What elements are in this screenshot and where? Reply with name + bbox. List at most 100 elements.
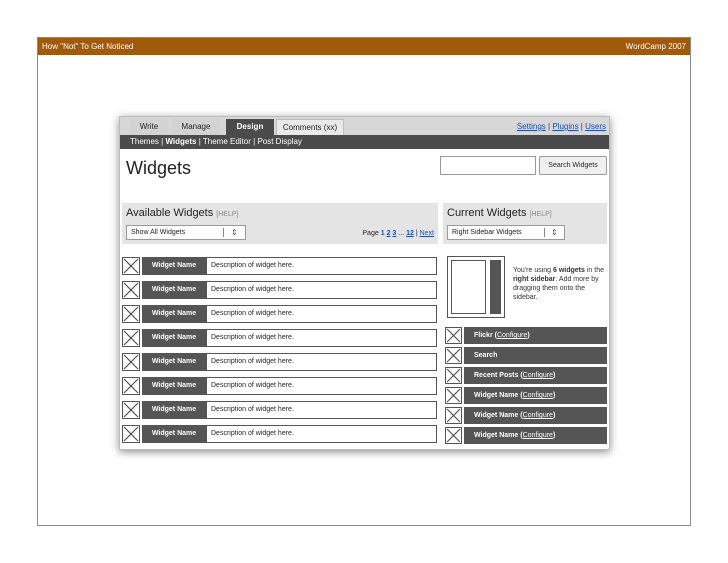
- select-divider: [544, 228, 545, 237]
- current-widgets-header: Current Widgets [HELP] Right Sidebar Wid…: [443, 203, 607, 244]
- widget-placeholder-icon: [122, 281, 140, 299]
- layout-main-column: [451, 260, 486, 314]
- sidebar-select[interactable]: Right Sidebar Widgets ⇕: [447, 225, 565, 240]
- widget-placeholder-icon: [122, 425, 140, 443]
- widget-placeholder-icon: [445, 367, 462, 384]
- available-widget-row[interactable]: Widget Name Description of widget here.: [122, 401, 438, 419]
- plugins-link[interactable]: Plugins: [552, 122, 578, 131]
- tab-write[interactable]: Write: [130, 119, 168, 135]
- search-input[interactable]: [440, 156, 536, 175]
- configure-paren: ): [527, 332, 530, 339]
- available-widget-row[interactable]: Widget Name Description of widget here.: [122, 257, 438, 275]
- top-links: Settings | Plugins | Users: [517, 122, 606, 131]
- subnav-widgets[interactable]: Widgets: [165, 137, 196, 146]
- sidebar-layout-preview: [447, 256, 505, 318]
- current-widgets-title-text: Current Widgets: [447, 207, 527, 219]
- widget-filter-select[interactable]: Show All Widgets ⇕: [126, 225, 246, 240]
- subnav-theme-editor[interactable]: Theme Editor: [203, 137, 251, 146]
- current-widget-label: Flickr (Configure): [464, 327, 607, 344]
- current-widget-row[interactable]: Widget Name (Configure): [445, 387, 607, 404]
- widget-placeholder-icon: [122, 353, 140, 371]
- current-widget-name[interactable]: Widget Name: [474, 412, 518, 419]
- available-widget-row[interactable]: Widget Name Description of widget here.: [122, 353, 438, 371]
- widget-placeholder-icon: [122, 305, 140, 323]
- note-widget-count: 6 widgets: [553, 267, 585, 274]
- widget-description: Description of widget here.: [206, 425, 437, 443]
- available-widget-row[interactable]: Widget Name Description of widget here.: [122, 425, 438, 443]
- search-widgets-button[interactable]: Search Widgets: [539, 156, 607, 175]
- available-help-link[interactable]: [HELP]: [216, 211, 238, 218]
- widget-placeholder-icon: [445, 407, 462, 424]
- widget-placeholder-icon: [122, 401, 140, 419]
- available-widget-row[interactable]: Widget Name Description of widget here.: [122, 329, 438, 347]
- current-widget-row[interactable]: Recent Posts (Configure): [445, 367, 607, 384]
- design-subnav: Themes | Widgets | Theme Editor | Post D…: [120, 135, 609, 149]
- current-widget-row[interactable]: Search: [445, 347, 607, 364]
- settings-link[interactable]: Settings: [517, 122, 546, 131]
- tab-manage[interactable]: Manage: [172, 119, 220, 135]
- current-widget-name[interactable]: Search: [474, 352, 497, 359]
- configure-link[interactable]: Configure: [523, 392, 553, 399]
- current-widget-row[interactable]: Widget Name (Configure): [445, 407, 607, 424]
- widget-placeholder-icon: [445, 347, 462, 364]
- page-2[interactable]: 2: [387, 230, 391, 237]
- available-widget-row[interactable]: Widget Name Description of widget here.: [122, 377, 438, 395]
- current-widget-label: Widget Name (Configure): [464, 407, 607, 424]
- widget-name[interactable]: Widget Name: [142, 425, 206, 443]
- current-widget-label: Search: [464, 347, 607, 364]
- available-widgets-title: Available Widgets [HELP]: [126, 207, 238, 219]
- slide-title: How "Not" To Get Noticed: [42, 42, 134, 51]
- configure-paren: ): [552, 412, 556, 419]
- note-text: You're using: [513, 267, 553, 274]
- widget-description: Description of widget here.: [206, 257, 437, 275]
- current-widget-row[interactable]: Flickr (Configure): [445, 327, 607, 344]
- configure-paren: ): [553, 372, 556, 379]
- widget-description: Description of widget here.: [206, 281, 437, 299]
- widget-placeholder-icon: [445, 427, 462, 444]
- sidebar-select-value: Right Sidebar Widgets: [452, 229, 522, 236]
- widgets-admin-mockup: Write Manage Design Comments (xx) Settin…: [119, 116, 610, 450]
- tab-comments[interactable]: Comments (xx): [276, 119, 344, 135]
- widget-name[interactable]: Widget Name: [142, 377, 206, 395]
- pager-label: Page: [362, 230, 379, 237]
- page-last[interactable]: 12: [406, 230, 414, 237]
- configure-link[interactable]: Configure: [523, 412, 553, 419]
- available-widget-row[interactable]: Widget Name Description of widget here.: [122, 281, 438, 299]
- widget-name[interactable]: Widget Name: [142, 305, 206, 323]
- widget-filter-value: Show All Widgets: [131, 229, 186, 236]
- current-widget-name[interactable]: Recent Posts: [474, 372, 518, 379]
- current-widget-name[interactable]: Flickr: [474, 332, 493, 339]
- current-help-link[interactable]: [HELP]: [530, 211, 552, 218]
- page-3[interactable]: 3: [392, 230, 396, 237]
- main-tab-bar: Write Manage Design Comments (xx) Settin…: [120, 117, 609, 135]
- widget-name[interactable]: Widget Name: [142, 329, 206, 347]
- widget-placeholder-icon: [122, 377, 140, 395]
- widget-placeholder-icon: [445, 387, 462, 404]
- current-widget-name[interactable]: Widget Name: [474, 392, 518, 399]
- current-widget-label: Recent Posts (Configure): [464, 367, 607, 384]
- configure-link[interactable]: Configure: [497, 332, 527, 339]
- tab-design[interactable]: Design: [226, 119, 274, 135]
- widget-description: Description of widget here.: [206, 401, 437, 419]
- subnav-themes[interactable]: Themes: [130, 137, 159, 146]
- select-arrows-icon: ⇕: [231, 228, 238, 237]
- configure-link[interactable]: Configure: [523, 432, 553, 439]
- configure-paren: ): [552, 432, 556, 439]
- widget-name[interactable]: Widget Name: [142, 401, 206, 419]
- sidebar-usage-note: You're using 6 widgets in the right side…: [513, 266, 607, 302]
- current-widget-row[interactable]: Widget Name (Configure): [445, 427, 607, 444]
- available-widget-row[interactable]: Widget Name Description of widget here.: [122, 305, 438, 323]
- widget-name[interactable]: Widget Name: [142, 353, 206, 371]
- pagination: Page 1 2 3 ... 12 | Next: [362, 230, 434, 237]
- layout-sidebar-column: [490, 260, 501, 314]
- widget-name[interactable]: Widget Name: [142, 257, 206, 275]
- subnav-post-display[interactable]: Post Display: [257, 137, 301, 146]
- users-link[interactable]: Users: [585, 122, 606, 131]
- current-widgets-title: Current Widgets [HELP]: [447, 207, 552, 219]
- current-widget-name[interactable]: Widget Name: [474, 432, 518, 439]
- next-page-link[interactable]: Next: [420, 230, 434, 237]
- page-1[interactable]: 1: [381, 230, 385, 237]
- widget-name[interactable]: Widget Name: [142, 281, 206, 299]
- slide-event-name: WordCamp 2007: [625, 42, 686, 51]
- configure-link[interactable]: Configure: [523, 372, 553, 379]
